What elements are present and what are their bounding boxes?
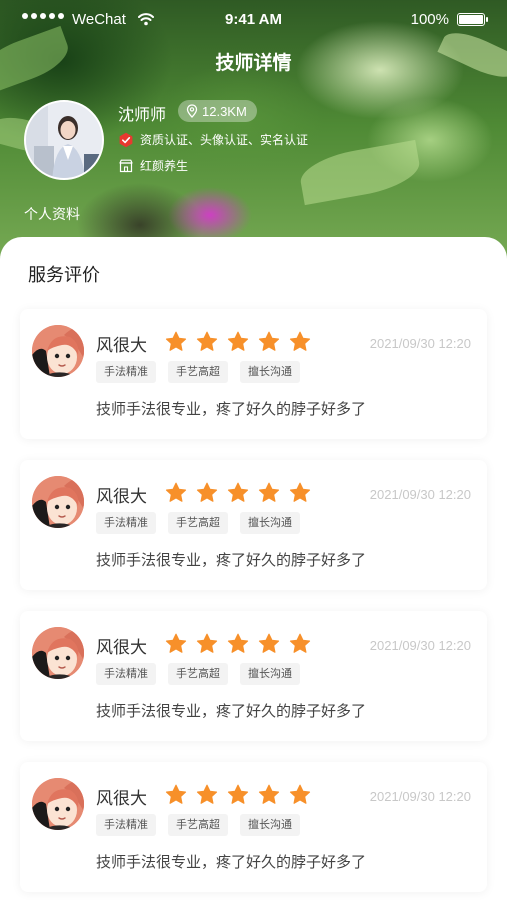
review-tags: 手法精准 手艺高超 擅长沟通	[96, 814, 300, 836]
review-tags: 手法精准 手艺高超 擅长沟通	[96, 361, 300, 383]
star-icon	[165, 482, 187, 502]
star-icon	[258, 482, 280, 502]
rating-stars	[164, 481, 312, 505]
page-title: 技师详情	[215, 52, 292, 74]
review-card: 风很大 2021/09/30 12:20 手法精准 手艺高超 擅长沟通 技师手法…	[20, 309, 487, 439]
review-date: 2021/09/30 12:20	[369, 487, 471, 502]
certification-row: 资质认证、头像认证、实名认证	[118, 131, 308, 148]
review-tag: 手法精准	[96, 361, 156, 383]
reviewer-avatar	[32, 325, 84, 377]
star-icon	[196, 331, 218, 351]
star-icon	[227, 633, 249, 653]
distance-badge: 12.3KM	[178, 100, 257, 122]
star-icon	[289, 633, 311, 653]
review-date: 2021/09/30 12:20	[369, 789, 471, 804]
reviewer-name: 风很大	[96, 638, 147, 658]
location-pin-icon	[186, 104, 198, 118]
star-icon	[289, 482, 311, 502]
review-card: 风很大 2021/09/30 12:20 手法精准 手艺高超 擅长沟通 技师手法…	[20, 762, 487, 892]
review-tag: 擅长沟通	[240, 814, 300, 836]
review-card: 风很大 2021/09/30 12:20 手法精准 手艺高超 擅长沟通 技师手法…	[20, 460, 487, 590]
review-tag: 手艺高超	[168, 361, 228, 383]
star-icon	[227, 784, 249, 804]
star-icon	[196, 482, 218, 502]
review-tag: 手艺高超	[168, 512, 228, 534]
review-tag: 手法精准	[96, 814, 156, 836]
shop-icon	[119, 159, 133, 172]
star-icon	[289, 784, 311, 804]
reviewer-name: 风很大	[96, 487, 147, 507]
review-text: 技师手法很专业，疼了好久的脖子好多了	[96, 400, 367, 418]
review-tag: 擅长沟通	[240, 663, 300, 685]
certification-text: 资质认证、头像认证、实名认证	[140, 133, 309, 147]
star-icon	[165, 633, 187, 653]
star-icon	[227, 331, 249, 351]
review-tag: 手法精准	[96, 512, 156, 534]
review-tags: 手法精准 手艺高超 擅长沟通	[96, 512, 300, 534]
shop-name: 红颜养生	[140, 159, 189, 173]
distance-value: 12.3KM	[202, 103, 247, 119]
reviewer-avatar	[32, 627, 84, 679]
review-date: 2021/09/30 12:20	[369, 638, 471, 653]
rating-stars	[164, 783, 312, 807]
review-tag: 擅长沟通	[240, 512, 300, 534]
reviewer-avatar-image	[32, 778, 84, 830]
review-text: 技师手法很专业，疼了好久的脖子好多了	[96, 551, 367, 569]
star-icon	[258, 784, 280, 804]
star-icon	[196, 633, 218, 653]
star-icon	[165, 331, 187, 351]
reviews-panel: 服务评价 风很大 2021/09/30 12:20 手法精准 手艺高超 擅长沟通…	[0, 237, 507, 900]
review-text: 技师手法很专业，疼了好久的脖子好多了	[96, 853, 367, 871]
review-tag: 手法精准	[96, 663, 156, 685]
battery-icon	[457, 13, 488, 26]
shop-row: 红颜养生	[118, 157, 188, 174]
star-icon	[289, 331, 311, 351]
review-tags: 手法精准 手艺高超 擅长沟通	[96, 663, 300, 685]
review-card: 风很大 2021/09/30 12:20 手法精准 手艺高超 擅长沟通 技师手法…	[20, 611, 487, 741]
reviewer-name: 风很大	[96, 789, 147, 809]
reviewer-name: 风很大	[96, 336, 147, 356]
rating-stars	[164, 330, 312, 354]
section-title: 服务评价	[28, 265, 100, 286]
reviewer-avatar-image	[32, 627, 84, 679]
technician-avatar[interactable]	[24, 100, 104, 180]
reviewer-avatar-image	[32, 476, 84, 528]
reviewer-avatar	[32, 476, 84, 528]
status-bar: WeChat 9:41 AM 100%	[0, 0, 507, 40]
review-date: 2021/09/30 12:20	[369, 336, 471, 351]
review-tag: 擅长沟通	[240, 361, 300, 383]
profile-tab[interactable]: 个人资料	[24, 204, 80, 224]
reviewer-avatar-image	[32, 325, 84, 377]
review-text: 技师手法很专业，疼了好久的脖子好多了	[96, 702, 367, 720]
technician-name: 沈师师	[118, 105, 167, 124]
review-tag: 手艺高超	[168, 663, 228, 685]
star-icon	[165, 784, 187, 804]
star-icon	[258, 331, 280, 351]
star-icon	[227, 482, 249, 502]
star-icon	[196, 784, 218, 804]
reviewer-avatar	[32, 778, 84, 830]
review-tag: 手艺高超	[168, 814, 228, 836]
verified-badge-icon	[119, 132, 133, 147]
battery-percent: 100%	[410, 11, 449, 28]
star-icon	[258, 633, 280, 653]
rating-stars	[164, 632, 312, 656]
